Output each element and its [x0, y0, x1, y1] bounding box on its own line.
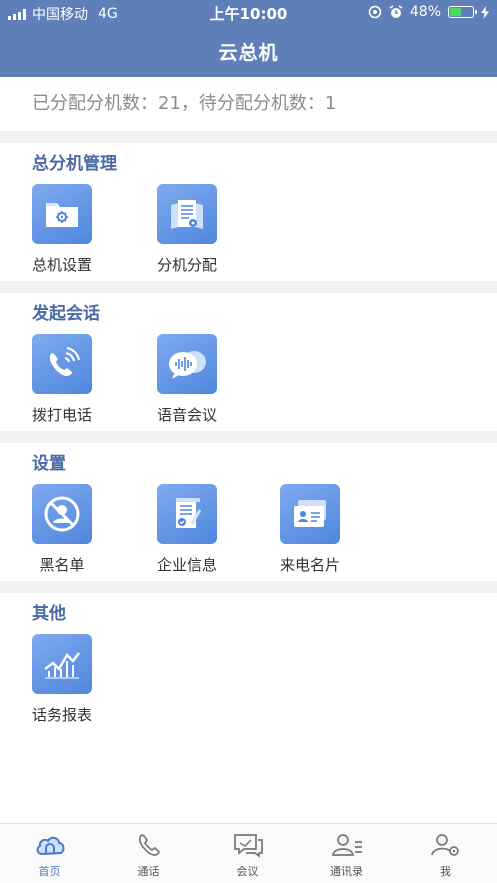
make-call-tile[interactable]: 拨打电话	[17, 334, 107, 425]
section-divider	[0, 281, 497, 293]
tile-label: 话务报表	[31, 706, 92, 724]
tab-meetings[interactable]: 会议	[198, 824, 297, 883]
alarm-icon	[389, 5, 403, 18]
section-extension-management: 总分机管理 总机设置 分机分配	[0, 143, 497, 281]
section-title: 发起会话	[32, 304, 100, 324]
tile-label: 分机分配	[156, 256, 217, 274]
section-title: 设置	[32, 454, 66, 474]
page-title: 云总机	[218, 42, 279, 64]
section-settings: 设置 黑名单 企业信息 来电名片	[0, 443, 497, 581]
voice-chat-icon	[157, 334, 217, 394]
company-info-tile[interactable]: 企业信息	[142, 484, 232, 575]
call-report-tile[interactable]: 话务报表	[17, 634, 107, 725]
section-title: 其他	[32, 604, 66, 624]
tile-label: 企业信息	[156, 556, 217, 574]
scroll-document-icon	[157, 484, 217, 544]
phone-icon	[138, 834, 160, 856]
charging-icon	[481, 5, 489, 19]
tab-calls[interactable]: 通话	[99, 824, 198, 883]
tab-contacts[interactable]: 通讯录	[297, 824, 396, 883]
bottom-tab-bar: 首页 通话 会议 通讯录 我	[0, 823, 497, 883]
section-other: 其他 话务报表	[0, 593, 497, 743]
battery-icon	[448, 6, 477, 18]
section-divider	[0, 431, 497, 443]
documents-gear-icon	[157, 184, 217, 244]
line-chart-icon	[32, 634, 92, 694]
phone-call-icon	[32, 334, 92, 394]
tab-label: 会议	[236, 865, 259, 878]
section-title: 总分机管理	[32, 154, 117, 174]
contact-card-icon	[280, 484, 340, 544]
caller-card-tile[interactable]: 来电名片	[265, 484, 355, 575]
profile-settings-icon	[430, 834, 459, 856]
section-divider	[0, 581, 497, 593]
tile-label: 来电名片	[279, 556, 340, 574]
meeting-icon	[233, 834, 263, 858]
tab-me[interactable]: 我	[396, 824, 495, 883]
tab-home[interactable]: 首页	[0, 824, 99, 883]
section-start-session: 发起会话 拨打电话 语音会议	[0, 293, 497, 431]
home-cloud-icon	[36, 836, 64, 856]
extension-summary: 已分配分机数：21，待分配分机数：1	[0, 77, 497, 131]
tab-label: 通话	[137, 865, 160, 878]
tab-label: 首页	[38, 865, 61, 878]
switchboard-settings-tile[interactable]: 总机设置	[17, 184, 107, 275]
tile-label: 黑名单	[39, 556, 85, 574]
contacts-icon	[331, 834, 362, 856]
folder-gear-icon	[32, 184, 92, 244]
section-divider	[0, 131, 497, 143]
battery-percent: 48%	[409, 4, 441, 20]
location-lock-icon	[368, 5, 382, 19]
extension-allocation-tile[interactable]: 分机分配	[142, 184, 232, 275]
tile-label: 拨打电话	[31, 406, 92, 424]
blocked-user-icon	[32, 484, 92, 544]
tab-label: 我	[440, 865, 451, 878]
status-bar: 中国移动 4G 上午10:00 48%	[0, 0, 497, 26]
voice-conference-tile[interactable]: 语音会议	[142, 334, 232, 425]
tile-label: 语音会议	[156, 406, 217, 424]
tile-label: 总机设置	[31, 256, 92, 274]
blacklist-tile[interactable]: 黑名单	[17, 484, 107, 575]
app-header: 中国移动 4G 上午10:00 48% 云总机	[0, 0, 497, 77]
tab-label: 通讯录	[330, 865, 363, 878]
